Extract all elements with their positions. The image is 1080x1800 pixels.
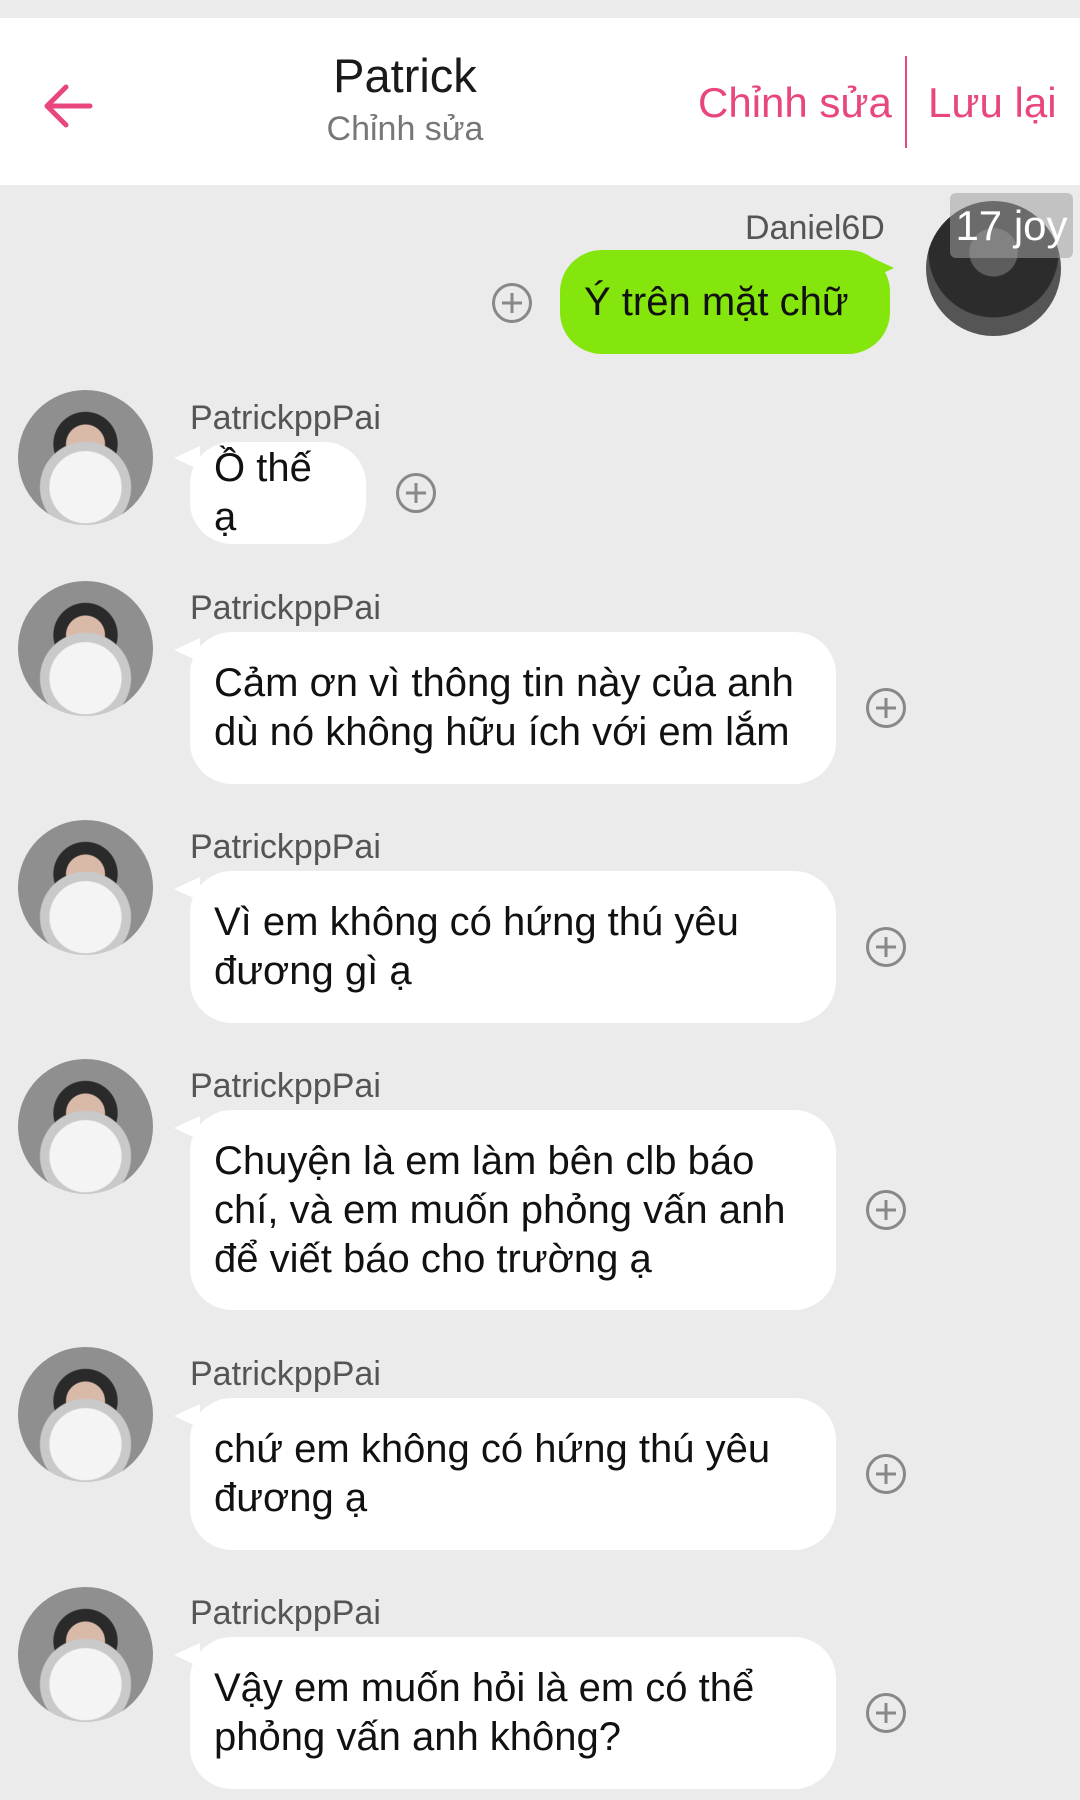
message-text-line: đương ạ (214, 1476, 368, 1520)
conversation-title-block: Patrick Chỉnh sửa (250, 48, 560, 150)
message-text-line: dù nó không hữu ích với em lắm (214, 710, 790, 754)
message-text-line: chứ em không có hứng thú yêu (214, 1427, 771, 1471)
avatar[interactable] (18, 581, 153, 716)
status-badge: 17 joy (950, 193, 1073, 258)
plus-circle-icon[interactable] (866, 1454, 906, 1494)
message-text-line: để viết báo cho trường ạ (214, 1236, 652, 1281)
message-bubble[interactable]: Ồ thế ạ (190, 442, 366, 544)
message-bubble[interactable]: Vì em không có hứng thú yêu đương gì ạ (190, 871, 836, 1023)
avatar[interactable] (18, 390, 153, 525)
sender-name: PatrickppPai (190, 399, 381, 437)
plus-circle-icon[interactable] (492, 283, 532, 323)
avatar[interactable] (18, 820, 153, 955)
message-text: Ý trên mặt chữ (584, 279, 849, 324)
message-text-line: đương gì ạ (214, 949, 412, 993)
message-text-line: Cảm ơn vì thông tin này của anh (214, 661, 794, 705)
message-bubble[interactable]: Vậy em muốn hỏi là em có thể phỏng vấn a… (190, 1637, 836, 1789)
sender-name: PatrickppPai (190, 1594, 381, 1632)
sender-name: PatrickppPai (190, 589, 381, 627)
edit-button[interactable]: Chỉnh sửa (698, 78, 892, 128)
header-divider (905, 56, 907, 148)
page-title: Patrick (333, 49, 477, 102)
message-bubble[interactable]: Ý trên mặt chữ (560, 250, 890, 354)
sender-name: PatrickppPai (190, 1355, 381, 1393)
save-button[interactable]: Lưu lại (928, 78, 1057, 128)
avatar[interactable] (18, 1587, 153, 1722)
sender-name: PatrickppPai (190, 1067, 381, 1105)
message-bubble[interactable]: chứ em không có hứng thú yêu đương ạ (190, 1398, 836, 1550)
message-text-line: Ồ thế ạ (214, 446, 312, 539)
top-bar: Patrick Chỉnh sửa Chỉnh sửa Lưu lại (0, 18, 1080, 185)
plus-circle-icon[interactable] (396, 473, 436, 513)
message-text-line: Chuyện là em làm bên clb báo (214, 1138, 755, 1183)
message-text-line: phỏng vấn anh không? (214, 1715, 622, 1759)
message-text-line: Vậy em muốn hỏi là em có thể (214, 1666, 755, 1710)
message-text-line: Vì em không có hứng thú yêu (214, 900, 739, 944)
message-text-line: chí, và em muốn phỏng vấn anh (214, 1187, 786, 1232)
message-bubble[interactable]: Cảm ơn vì thông tin này của anh dù nó kh… (190, 632, 836, 784)
sender-name: Daniel6D (745, 209, 885, 247)
arrow-left-icon (44, 84, 93, 128)
plus-circle-icon[interactable] (866, 1693, 906, 1733)
page-subtitle: Chỉnh sửa (326, 110, 484, 148)
plus-circle-icon[interactable] (866, 1190, 906, 1230)
back-button[interactable] (38, 76, 98, 136)
plus-circle-icon[interactable] (866, 688, 906, 728)
sender-name: PatrickppPai (190, 828, 381, 866)
avatar[interactable] (18, 1347, 153, 1482)
plus-circle-icon[interactable] (866, 927, 906, 967)
message-bubble[interactable]: Chuyện là em làm bên clb báo chí, và em … (190, 1110, 836, 1310)
avatar[interactable] (18, 1059, 153, 1194)
